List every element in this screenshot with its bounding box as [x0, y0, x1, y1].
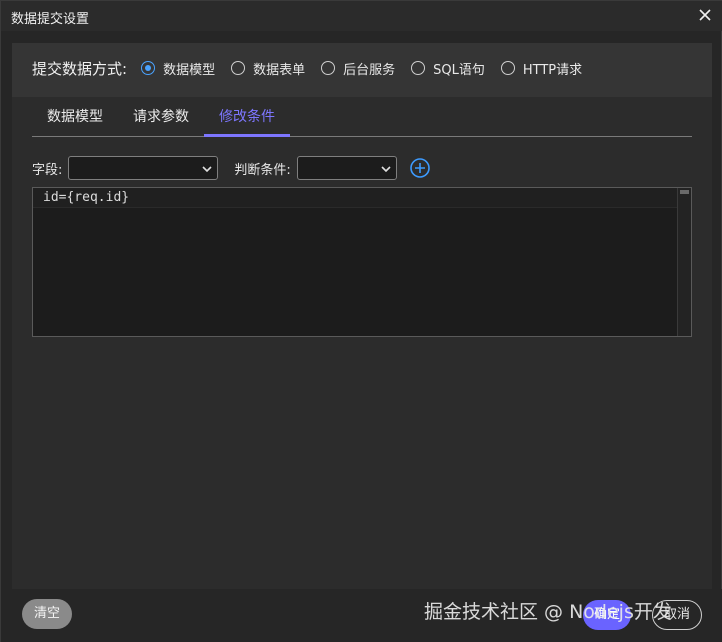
chevron-down-icon	[202, 166, 212, 173]
condition-label: 判断条件:	[234, 162, 291, 178]
radio-label: 数据模型	[163, 62, 216, 78]
radio-backend-service[interactable]: 后台服务	[321, 59, 395, 78]
radio-data-model[interactable]: 数据模型	[141, 59, 215, 78]
tab-update-condition[interactable]: 修改条件	[204, 97, 290, 137]
radio-unchecked-icon[interactable]	[231, 61, 246, 75]
dialog-title: 数据提交设置	[11, 12, 90, 27]
field-label: 字段:	[32, 162, 63, 178]
condition-filter-row: 字段: 判断条件:	[32, 155, 431, 181]
submit-method-row: 提交数据方式: 数据模型 数据表单 后台服务 SQL语句 HTTP请求	[32, 56, 598, 80]
radio-sql-statement[interactable]: SQL语句	[411, 59, 485, 78]
radio-unchecked-icon[interactable]	[411, 61, 426, 75]
tab-panel: 数据模型 请求参数 修改条件 字段: 判断条件: id={req.id}	[12, 97, 712, 589]
watermark: 掘金技术社区 @ Nodejs开发	[424, 601, 672, 623]
clear-button[interactable]: 清空	[22, 599, 72, 629]
settings-panel: 提交数据方式: 数据模型 数据表单 后台服务 SQL语句 HTTP请求 数据模型…	[12, 43, 712, 589]
radio-label: 后台服务	[343, 62, 396, 78]
field-select[interactable]	[68, 156, 219, 180]
close-icon[interactable]	[695, 5, 715, 25]
submit-method-label: 提交数据方式:	[32, 59, 128, 78]
chevron-down-icon	[381, 166, 391, 173]
radio-checked-icon[interactable]	[141, 61, 156, 75]
tab-request-params[interactable]: 请求参数	[118, 97, 204, 137]
radio-label: SQL语句	[433, 62, 485, 78]
tab-bar: 数据模型 请求参数 修改条件	[32, 97, 692, 137]
radio-unchecked-icon[interactable]	[500, 61, 515, 75]
scrollbar-thumb[interactable]	[680, 190, 689, 194]
radio-unchecked-icon[interactable]	[321, 61, 336, 75]
tab-data-model[interactable]: 数据模型	[32, 97, 118, 137]
dialog: 数据提交设置 提交数据方式: 数据模型 数据表单 后台服务 SQL语句 HTTP…	[0, 0, 722, 642]
radio-http-request[interactable]: HTTP请求	[500, 59, 583, 78]
radio-label: 数据表单	[253, 62, 306, 78]
plus-circle-icon[interactable]	[409, 157, 431, 179]
editor-code: id={req.id}	[43, 190, 130, 205]
condition-editor[interactable]: id={req.id}	[32, 187, 692, 337]
radio-data-form[interactable]: 数据表单	[231, 59, 305, 78]
title-bar: 数据提交设置	[1, 1, 722, 31]
editor-current-line	[33, 188, 677, 208]
editor-scrollbar[interactable]	[677, 188, 691, 336]
radio-label: HTTP请求	[522, 62, 583, 78]
condition-select[interactable]	[296, 156, 397, 180]
